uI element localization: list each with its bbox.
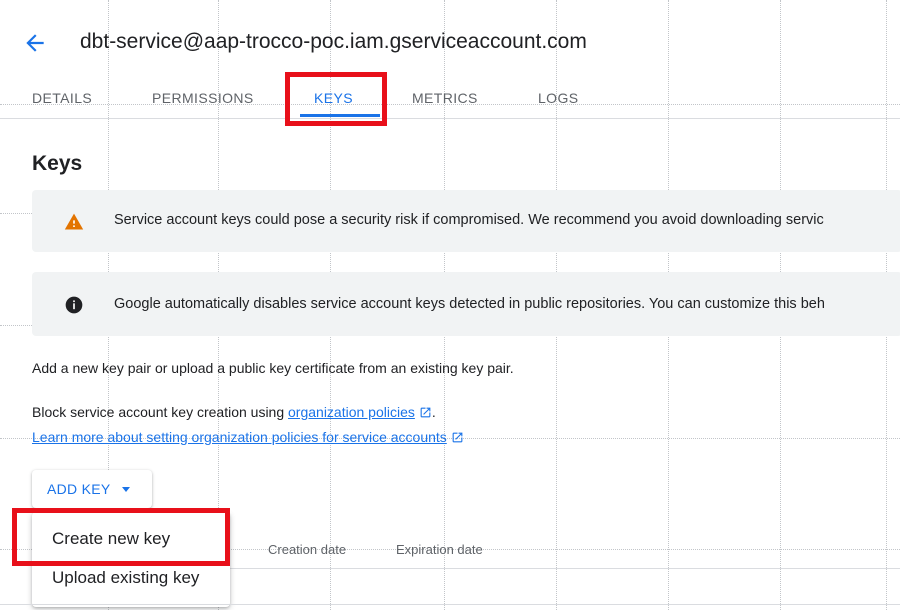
tab-logs[interactable]: LOGS [538, 90, 579, 106]
learn-more-text: Learn more about setting organization po… [32, 429, 464, 445]
info-banner-text: Google automatically disables service ac… [114, 296, 825, 312]
add-key-button[interactable]: ADD KEY [32, 470, 152, 508]
learn-more-link[interactable]: Learn more about setting organization po… [32, 429, 447, 445]
menu-item-create-new-key[interactable]: Create new key [52, 529, 170, 549]
caret-down-icon [122, 487, 130, 492]
tab-details[interactable]: DETAILS [32, 90, 92, 106]
page-header: dbt-service@aap-trocco-poc.iam.gservicea… [0, 0, 900, 82]
tab-permissions[interactable]: PERMISSIONS [152, 90, 254, 106]
info-icon [65, 296, 83, 314]
tab-keys[interactable]: KEYS [314, 90, 353, 106]
tab-metrics[interactable]: METRICS [412, 90, 478, 106]
warning-banner-text: Service account keys could pose a securi… [114, 212, 824, 228]
page-title: dbt-service@aap-trocco-poc.iam.gservicea… [80, 30, 587, 53]
section-title: Keys [32, 152, 83, 175]
add-key-label: ADD KEY [47, 481, 111, 497]
block-key-text: Block service account key creation using… [32, 404, 436, 420]
warning-icon [64, 213, 84, 230]
add-key-menu: Create new key Upload existing key [32, 512, 230, 607]
menu-item-upload-existing-key[interactable]: Upload existing key [52, 568, 199, 588]
intro-text: Add a new key pair or upload a public ke… [32, 360, 514, 376]
block-key-suffix: . [431, 404, 436, 420]
column-creation-date: Creation date [268, 542, 347, 557]
open-in-new-icon [452, 432, 463, 443]
organization-policies-link[interactable]: organization policies [288, 404, 415, 420]
block-key-prefix: Block service account key creation using [32, 404, 289, 420]
open-in-new-icon [420, 407, 431, 418]
column-expiration-date: Expiration date [396, 542, 483, 557]
arrow-back-icon[interactable] [22, 30, 48, 56]
divider [0, 604, 900, 605]
tab-bar: DETAILS PERMISSIONS KEYS METRICS LOGS [0, 82, 900, 119]
active-tab-indicator [300, 114, 380, 117]
